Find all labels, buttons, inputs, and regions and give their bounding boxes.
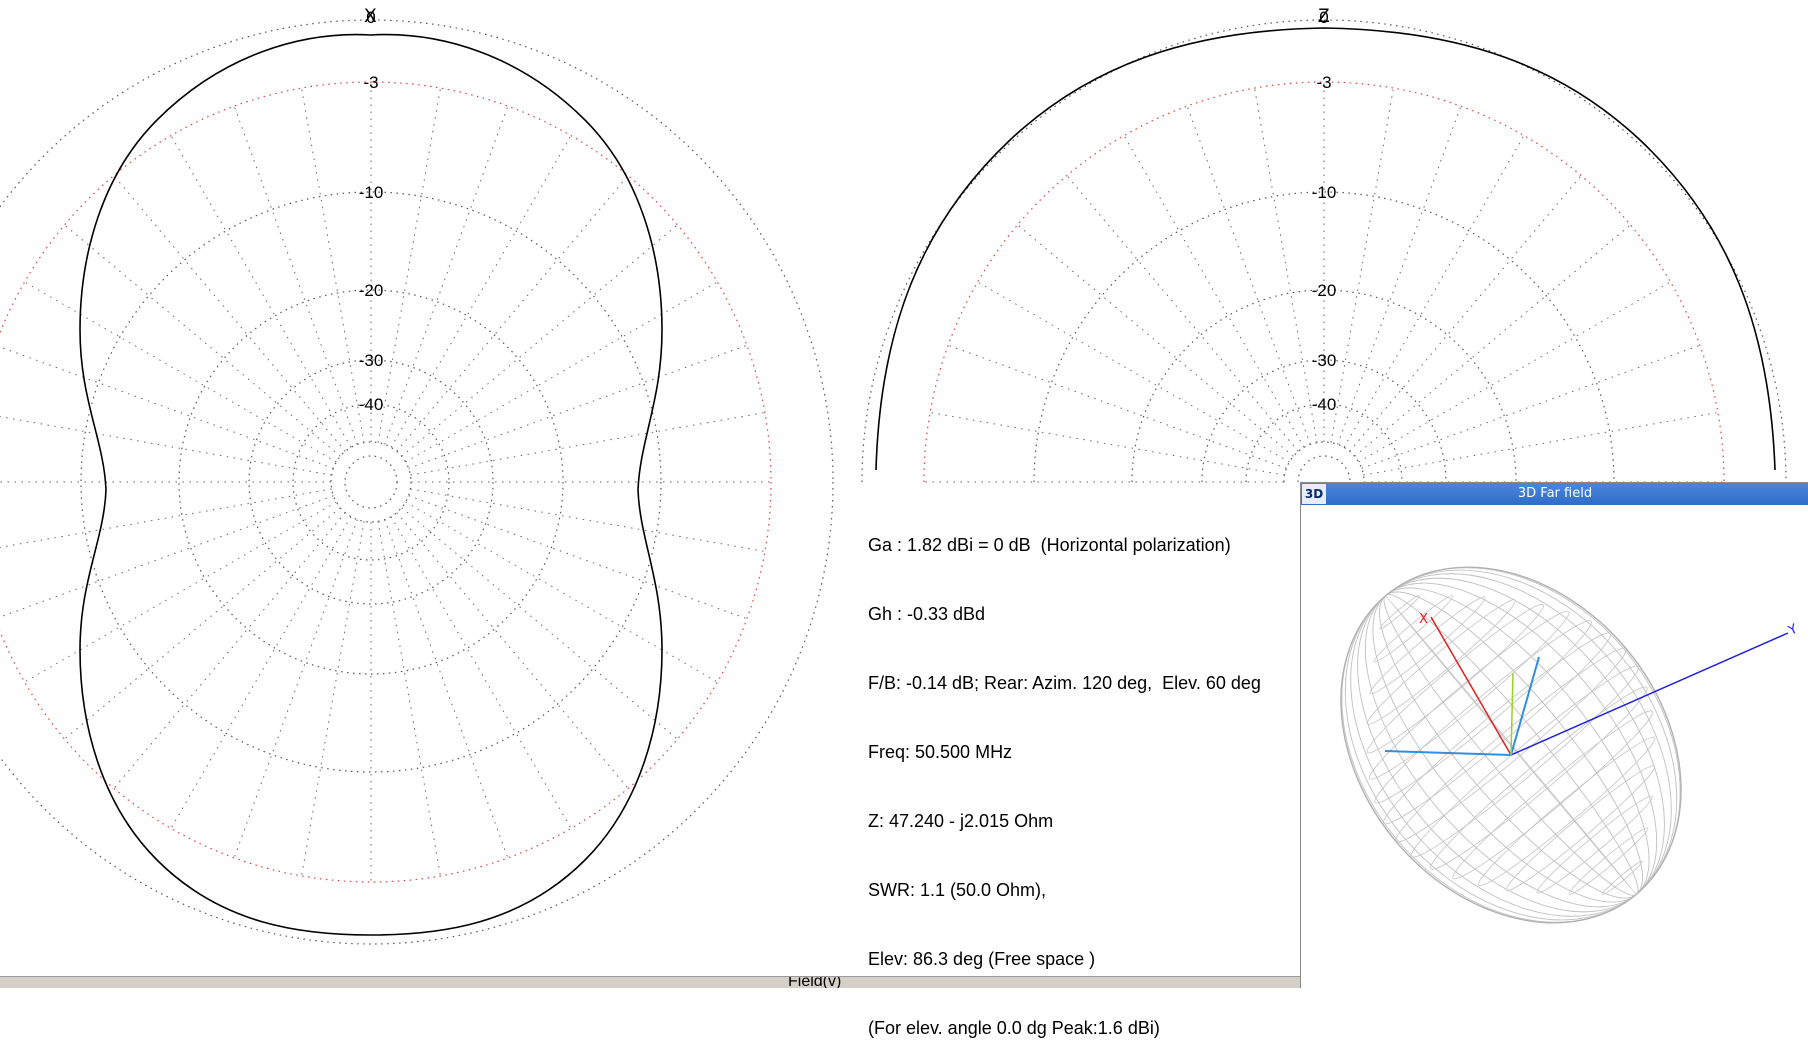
- azimuth-spoke: [384, 105, 509, 445]
- azimuth-spoke: [408, 344, 748, 469]
- elevation-spoke: [1337, 105, 1462, 445]
- far-field-3d-view[interactable]: X Y: [1301, 505, 1808, 988]
- y-axis-letter: Y: [1785, 622, 1799, 639]
- azimuth-spoke: [64, 507, 341, 740]
- azimuth-spoke: [301, 87, 365, 443]
- frequency-line: Freq: 50.500 MHz: [868, 742, 1013, 762]
- front-back-line: F/B: -0.14 dB; Rear: Azim. 120 deg, Elev…: [868, 673, 1261, 693]
- elevation-spoke: [1354, 224, 1631, 457]
- elevation-spoke: [1363, 412, 1719, 476]
- window-titlebar[interactable]: 3D 3D Far field: [1301, 483, 1808, 505]
- azimuth-ring-label: -30: [359, 351, 384, 370]
- far-field-mesh: [1340, 566, 1682, 924]
- mesh-latitude: [1536, 795, 1653, 894]
- status-bar-text: Field(v): [788, 976, 842, 988]
- mesh-longitude: [1350, 573, 1672, 917]
- elevation-spoke: [1361, 344, 1701, 469]
- azimuth-ring: [344, 455, 398, 509]
- azimuth-plot: 0-3-10-20-30-40 X: [0, 6, 834, 945]
- elevation-ring: [1297, 455, 1351, 483]
- azimuth-pattern-curve: [79, 33, 663, 936]
- azimuth-axis-letter: X: [364, 6, 377, 27]
- elevation-spoke: [1349, 175, 1582, 452]
- azimuth-spoke: [396, 512, 629, 789]
- elevation-spoke: [1254, 87, 1318, 443]
- azimuth-ring-label: -20: [359, 281, 384, 300]
- azimuth-spoke: [170, 135, 352, 448]
- azimuth-spoke: [401, 224, 678, 457]
- elevation-axis-letter: Z: [1318, 6, 1330, 27]
- azimuth-ring-label: -40: [359, 395, 384, 414]
- impedance-line: Z: 47.240 - j2.015 Ohm: [868, 811, 1054, 831]
- azimuth-spoke: [410, 488, 766, 552]
- elevation-ring-label: -40: [1312, 395, 1337, 414]
- elevation-ring-label: -20: [1312, 281, 1337, 300]
- azimuth-spoke: [405, 281, 718, 463]
- azimuth-spoke: [408, 495, 748, 620]
- elevation-ring: [1245, 403, 1403, 483]
- elevation-spoke: [1066, 175, 1299, 452]
- mesh-latitude: [1602, 860, 1643, 896]
- azimuth-spoke: [390, 135, 572, 448]
- elevation-spoke: [977, 281, 1290, 463]
- window-title: 3D Far field: [1517, 486, 1593, 501]
- azimuth-spoke: [384, 519, 509, 859]
- elevation-ring-label: -30: [1312, 351, 1337, 370]
- azimuth-spoke: [377, 521, 441, 877]
- z-axis-line-2: [1384, 750, 1512, 756]
- azimuth-spoke: [301, 521, 365, 877]
- azimuth-ring-label: -10: [359, 183, 384, 202]
- azimuth-ring: [330, 441, 412, 523]
- pattern-vector: [1510, 672, 1514, 756]
- azimuth-ring: [0, 19, 834, 945]
- azimuth-spoke: [377, 87, 441, 443]
- azimuth-spoke: [405, 501, 718, 683]
- mesh-longitude: [1350, 573, 1672, 917]
- azimuth-ring: [178, 289, 564, 675]
- mesh-latitude: [1379, 594, 1420, 630]
- azimuth-spoke: [24, 281, 337, 463]
- azimuth-spoke: [170, 516, 352, 829]
- elevation-spoke: [1358, 281, 1671, 463]
- elevation-ring: [1283, 441, 1365, 483]
- azimuth-spoke: [233, 105, 358, 445]
- azimuth-ring: [0, 81, 772, 883]
- elevation-spoke: [1330, 87, 1394, 443]
- azimuth-spoke: [24, 501, 337, 683]
- elevation-line: Elev: 86.3 deg (Free space ): [868, 949, 1096, 969]
- elevation-ring-label: -10: [1312, 183, 1337, 202]
- azimuth-spoke: [113, 175, 346, 452]
- azimuth-spoke: [0, 416, 332, 476]
- mesh-latitude: [1369, 596, 1486, 695]
- x-axis-letter: X: [1419, 612, 1428, 627]
- elevation-spoke: [1343, 135, 1525, 448]
- azimuth-spoke: [64, 224, 341, 457]
- elevation-spoke: [1123, 135, 1305, 448]
- azimuth-spoke: [233, 519, 358, 859]
- elevation-plot: 0-3-10-20-30-40 Z: [861, 6, 1787, 483]
- azimuth-spoke: [396, 175, 629, 452]
- azimuth-spoke: [410, 412, 766, 476]
- azimuth-ring-label: -3: [363, 73, 378, 92]
- elevation-spoke: [1186, 105, 1311, 445]
- elevation-spoke: [929, 412, 1285, 476]
- elevation-ring-label: -3: [1316, 73, 1331, 92]
- status-bar: Field(v): [0, 976, 1300, 988]
- azimuth-spoke: [401, 507, 678, 740]
- azimuth-ring: [80, 191, 662, 773]
- far-field-3d-window[interactable]: 3D 3D Far field X Y: [1300, 482, 1808, 988]
- swr-line: SWR: 1.1 (50.0 Ohm),: [868, 880, 1047, 900]
- gain-gh-line: Gh : -0.33 dBd: [868, 604, 986, 624]
- azimuth-spoke: [0, 488, 332, 548]
- azimuth-spoke: [113, 512, 346, 789]
- gain-ga-line: Ga : 1.82 dBi = 0 dB (Horizontal polariz…: [868, 535, 1231, 555]
- elevation-spoke: [1017, 224, 1294, 457]
- peak-line: (For elev. angle 0.0 dg Peak:1.6 dBi): [868, 1018, 1160, 1038]
- elevation-spoke: [947, 344, 1287, 469]
- azimuth-spoke: [390, 516, 572, 829]
